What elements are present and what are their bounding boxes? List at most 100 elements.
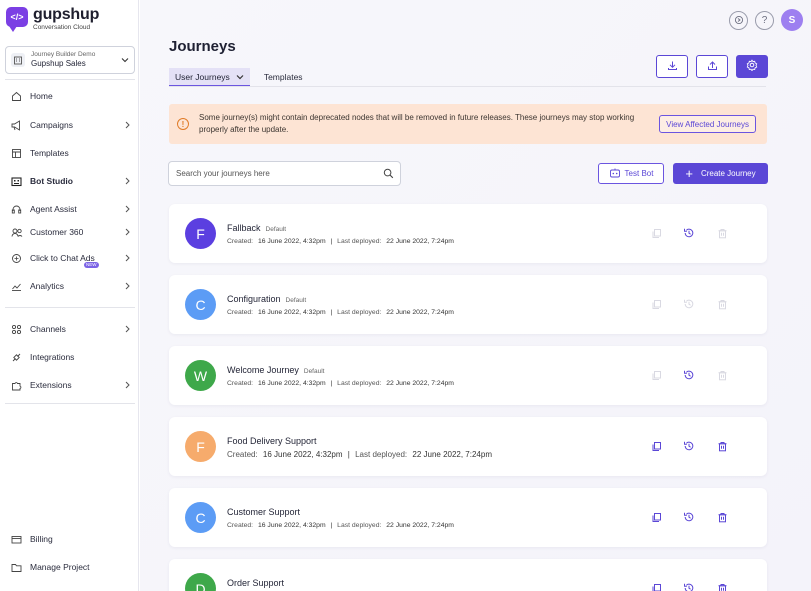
chevron-down-icon [236, 74, 244, 80]
chat-ads-icon [10, 252, 23, 265]
journey-tabs: User Journeys Templates [169, 68, 309, 86]
journey-card[interactable]: D Order Support [169, 559, 767, 591]
history-icon[interactable] [682, 510, 696, 524]
search-icon[interactable] [376, 168, 400, 179]
plus-icon: + [685, 165, 693, 181]
test-bot-button[interactable]: Test Bot [598, 163, 664, 184]
journey-card[interactable]: W Welcome Journey Default Created: 16 Ju… [169, 346, 767, 405]
sidebar-item-templates[interactable]: Templates [10, 144, 130, 162]
project-selector[interactable]: Journey Builder Demo Gupshup Sales [5, 46, 135, 74]
sidebar-item-manage-project[interactable]: Manage Project [10, 558, 130, 576]
created-date: 16 June 2022, 4:32pm [257, 309, 326, 316]
sidebar-item-integrations[interactable]: Integrations [10, 348, 130, 366]
test-bot-label: Test Bot [624, 169, 654, 178]
meta-separator: | [330, 238, 333, 245]
journey-title[interactable]: Configuration Default [227, 294, 306, 304]
journey-card[interactable]: F Fallback Default Created: 16 June 2022… [169, 204, 767, 263]
billing-icon [10, 533, 23, 546]
history-icon[interactable] [682, 581, 696, 591]
trash-icon[interactable] [715, 439, 729, 453]
history-icon[interactable] [682, 368, 696, 382]
journey-avatar: C [185, 289, 216, 320]
gupshup-logo-icon: </> [6, 7, 28, 32]
trash-icon[interactable] [715, 510, 729, 524]
settings-button[interactable] [736, 55, 768, 78]
chevron-down-icon [116, 57, 134, 63]
journey-avatar: D [185, 573, 216, 591]
journey-title[interactable]: Order Support [227, 578, 284, 588]
search-input[interactable] [176, 169, 376, 178]
chat-support-icon[interactable] [729, 10, 748, 30]
brand-tagline: Conversation Cloud [33, 24, 91, 31]
sidebar-item-home[interactable]: Home [10, 87, 130, 105]
chevron-right-icon [120, 381, 130, 389]
sidebar-item-channels[interactable]: Channels [10, 320, 130, 338]
help-icon[interactable]: ? [755, 10, 774, 30]
meta-separator: | [330, 522, 333, 529]
created-date: 16 June 2022, 4:32pm [257, 380, 326, 387]
analytics-icon [10, 280, 23, 293]
duplicate-icon[interactable] [649, 510, 663, 524]
gear-icon [746, 58, 758, 76]
sidebar-item-customer-360[interactable]: Customer 360 [10, 223, 130, 241]
sidebar-item-billing[interactable]: Billing [10, 530, 130, 548]
last-deployed-date: 22 June 2022, 7:24pm [386, 238, 454, 245]
journey-title[interactable]: Welcome Journey Default [227, 365, 324, 375]
journey-name: Configuration [227, 294, 281, 304]
journey-avatar: F [185, 431, 216, 462]
user-avatar[interactable]: S [781, 9, 803, 31]
sidebar-item-agent-assist[interactable]: Agent Assist [10, 200, 130, 218]
journey-actions [649, 510, 748, 524]
folder-icon [10, 561, 23, 574]
chevron-right-icon [120, 325, 130, 333]
tab-user-journeys[interactable]: User Journeys [169, 68, 250, 86]
brand-logo[interactable]: </> gupshup Conversation Cloud [6, 7, 99, 32]
journey-name: Customer Support [227, 507, 301, 517]
sidebar-item-analytics[interactable]: Analytics [10, 277, 130, 295]
journey-card[interactable]: C Configuration Default Created: 16 June… [169, 275, 767, 334]
history-icon[interactable] [682, 226, 696, 240]
journey-card[interactable]: F Food Delivery Support Created: 16 June… [169, 417, 767, 476]
building-icon [11, 53, 25, 67]
journey-meta: Created: 16 June 2022, 4:32pm | Last dep… [227, 309, 457, 316]
sidebar-item-label: Manage Project [30, 562, 90, 572]
history-icon[interactable] [682, 439, 696, 453]
journey-name: Food Delivery Support [227, 436, 317, 446]
duplicate-icon[interactable] [649, 439, 663, 453]
sidebar-item-click-to-chat-ads[interactable]: Click to Chat Ads NEW [10, 249, 130, 268]
journey-card[interactable]: C Customer Support Created: 16 June 2022… [169, 488, 767, 547]
templates-icon [10, 147, 23, 160]
journey-title[interactable]: Fallback Default [227, 223, 286, 233]
download-button[interactable] [656, 55, 688, 78]
journey-actions [649, 581, 748, 591]
sidebar-item-label: Analytics [30, 281, 65, 291]
tab-templates[interactable]: Templates [258, 68, 309, 86]
duplicate-icon[interactable] [649, 581, 663, 591]
sidebar-item-bot-studio[interactable]: Bot Studio [10, 172, 130, 190]
chevron-right-icon [120, 177, 130, 185]
trash-icon [715, 226, 729, 240]
sidebar-item-campaigns[interactable]: Campaigns [10, 116, 130, 134]
sidebar-item-label: Templates [30, 148, 69, 158]
journey-actions [649, 439, 748, 453]
create-journey-button[interactable]: + Create Journey [673, 163, 768, 184]
brand-name: gupshup [33, 6, 100, 23]
journey-actions [649, 297, 748, 311]
headset-icon [10, 203, 23, 216]
chevron-right-icon [120, 228, 130, 236]
channels-icon [10, 323, 23, 336]
download-icon [667, 58, 678, 76]
trash-icon[interactable] [715, 581, 729, 591]
divider [5, 79, 135, 80]
journey-title[interactable]: Customer Support [227, 507, 300, 517]
journey-title[interactable]: Food Delivery Support [227, 436, 317, 446]
tabs-divider [169, 86, 766, 87]
view-affected-journeys-button[interactable]: View Affected Journeys [659, 115, 756, 133]
integrations-icon [10, 351, 23, 364]
journey-search[interactable] [168, 161, 401, 186]
journey-meta: Created: 16 June 2022, 4:32pm | Last dep… [227, 380, 457, 387]
history-icon [682, 297, 696, 311]
project-name: Gupshup Sales [31, 59, 86, 68]
sidebar-item-extensions[interactable]: Extensions [10, 376, 130, 394]
upload-button[interactable] [696, 55, 728, 78]
